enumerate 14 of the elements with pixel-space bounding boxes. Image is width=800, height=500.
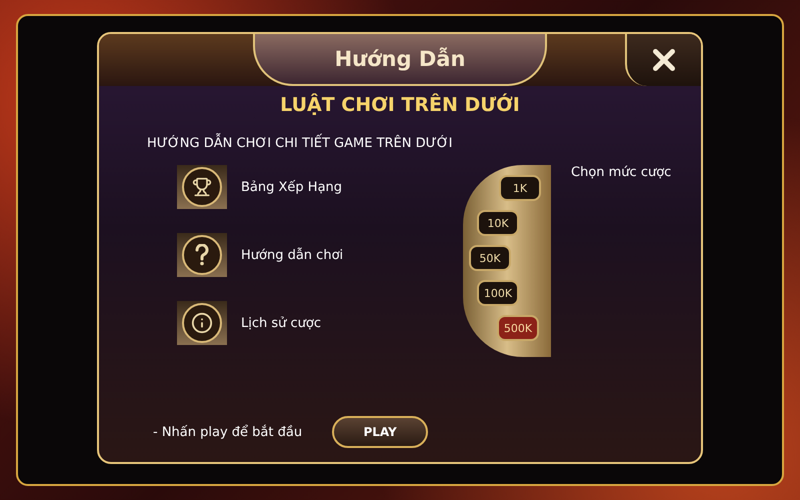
bet-chip[interactable]: 500K — [497, 315, 539, 341]
play-button[interactable]: PLAY — [332, 416, 428, 448]
dialog-title: Hướng Dẫn — [253, 34, 547, 86]
rules-heading: LUẬT CHƠI TRÊN DƯỚI — [280, 94, 520, 116]
bet-chip[interactable]: 1K — [499, 175, 541, 201]
feature-label: Bảng Xếp Hạng — [241, 180, 342, 194]
close-button[interactable] — [625, 34, 701, 86]
bet-chip[interactable]: 50K — [469, 245, 511, 271]
feature-label: Lịch sử cược — [241, 316, 322, 330]
start-hint: - Nhấn play để bắt đầu — [153, 424, 302, 440]
feature-label: Hướng dẫn chơi — [241, 248, 344, 262]
bet-chip[interactable]: 10K — [477, 210, 519, 236]
bet-chip[interactable]: 100K — [477, 280, 519, 306]
bet-label: Chọn mức cược — [571, 165, 672, 180]
